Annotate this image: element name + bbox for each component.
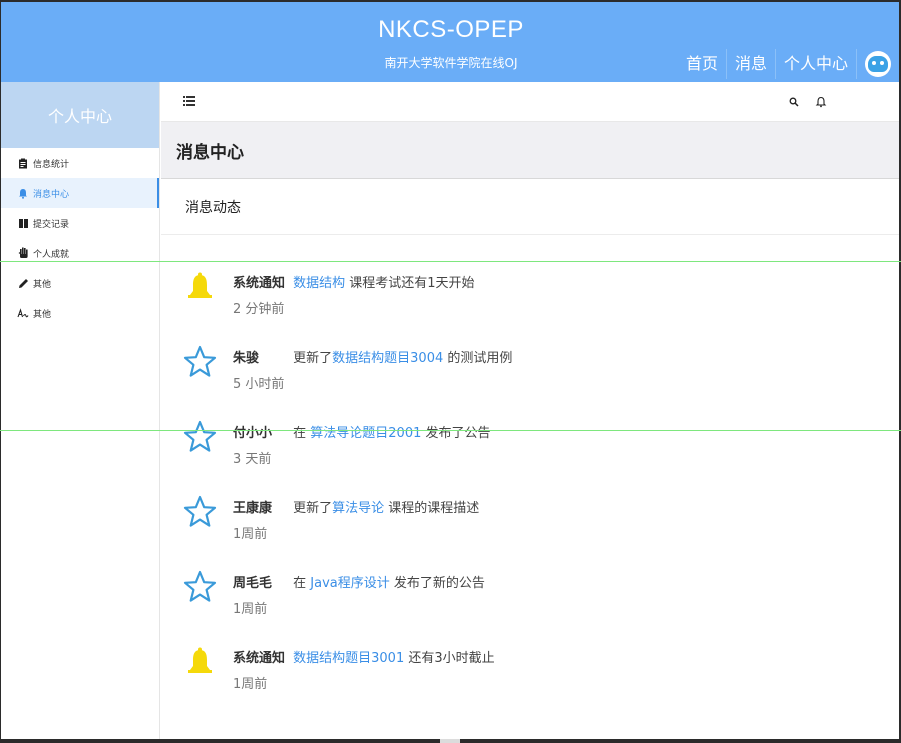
sender-name: 周毛毛 (233, 576, 273, 591)
message-text: 课程的课程描述 (384, 501, 480, 516)
message-text: 发布了公告 (421, 426, 491, 441)
hand-icon (17, 247, 29, 259)
sidebar-item-messages[interactable]: 消息中心 (1, 178, 159, 208)
message-feed: 系统通知 数据结构 课程考试还有1天开始 2 分钟前 朱骏 更新了数据结构题目3… (161, 235, 899, 708)
sidebar-item-submissions[interactable]: 提交记录 (1, 208, 159, 238)
main-content: 消息中心 消息动态 系统通知 数据结构 课程考试还有1天开始 2 分钟前 朱骏 … (161, 82, 899, 739)
sidebar-item-label: 消息中心 (33, 189, 70, 200)
message-text: 发布了新的公告 (389, 576, 485, 591)
book-icon (17, 217, 29, 229)
clipboard-icon (17, 157, 29, 169)
app-window: NKCS-OPEP 南开大学软件学院在线OJ 首页 消息 个人中心 个人中心 信… (1, 2, 899, 739)
avatar[interactable] (865, 51, 891, 77)
header: NKCS-OPEP 南开大学软件学院在线OJ 首页 消息 个人中心 (1, 2, 899, 82)
message-text: 在 (293, 576, 311, 591)
list-item: 王康康 更新了算法导论 课程的课程描述 1周前 (161, 483, 899, 558)
guide-line (0, 430, 901, 431)
message-text: 更新了 (293, 501, 333, 516)
star-icon (183, 420, 217, 452)
bell-icon (17, 187, 29, 199)
search-icon[interactable] (789, 97, 799, 107)
sender-name: 系统通知 (233, 651, 286, 666)
list-item: 系统通知 数据结构题目3001 还有3小时截止 1周前 (161, 633, 899, 708)
sidebar: 个人中心 信息统计 消息中心 提交记录 个人成就 其他 其他 (1, 82, 160, 739)
timestamp: 1周前 (233, 527, 268, 542)
sidebar-item-label: 提交记录 (33, 219, 70, 230)
message-link[interactable]: 数据结构 (293, 276, 345, 291)
guide-line (0, 261, 901, 262)
star-icon (183, 495, 217, 527)
message-text: 更新了 (293, 351, 333, 366)
page-title: 消息中心 (176, 142, 244, 163)
sidebar-item-other-1[interactable]: 其他 (1, 268, 159, 298)
message-text: 的测试用例 (443, 351, 513, 366)
pencil-icon (17, 277, 29, 289)
list-item: 周毛毛 在 Java程序设计 发布了新的公告 1周前 (161, 558, 899, 633)
list-item: 付小小 在 算法导论题目2001 发布了公告 3 天前 (161, 408, 899, 483)
page-title-band: 消息中心 (161, 122, 899, 179)
list-item: 系统通知 数据结构 课程考试还有1天开始 2 分钟前 (161, 258, 899, 333)
sender-name: 付小小 (233, 426, 273, 441)
bell-icon (188, 272, 212, 298)
sidebar-item-label: 其他 (33, 309, 52, 320)
sender-name: 系统通知 (233, 276, 286, 291)
message-link[interactable]: 数据结构题目3001 (293, 651, 404, 666)
message-text: 还有3小时截止 (404, 651, 495, 666)
timestamp: 5 小时前 (233, 377, 285, 392)
nav-home[interactable]: 首页 (678, 49, 727, 79)
sidebar-item-label: 其他 (33, 279, 52, 290)
sender-name: 朱骏 (233, 351, 260, 366)
robot-avatar-icon (868, 56, 888, 72)
message-text: 课程考试还有1天开始 (345, 276, 475, 291)
nav-messages[interactable]: 消息 (727, 49, 776, 79)
signature-icon (17, 307, 29, 319)
star-icon (183, 570, 217, 602)
bell-icon (188, 647, 212, 673)
message-text: 在 (293, 426, 311, 441)
bottom-handle (440, 739, 460, 743)
sidebar-title: 个人中心 (1, 82, 159, 148)
sidebar-item-stats[interactable]: 信息统计 (1, 148, 159, 178)
nav-profile[interactable]: 个人中心 (776, 49, 857, 79)
section-title: 消息动态 (161, 179, 899, 235)
sidebar-item-achievements[interactable]: 个人成就 (1, 238, 159, 268)
list-item: 朱骏 更新了数据结构题目3004 的测试用例 5 小时前 (161, 333, 899, 408)
star-icon (183, 345, 217, 377)
timestamp: 1周前 (233, 677, 268, 692)
message-link[interactable]: 算法导论题目2001 (310, 426, 421, 441)
toolbar (161, 82, 899, 122)
message-link[interactable]: 数据结构题目3004 (332, 351, 443, 366)
sender-name: 王康康 (233, 501, 273, 516)
sidebar-item-label: 个人成就 (33, 249, 70, 260)
timestamp: 2 分钟前 (233, 302, 285, 317)
brand-title: NKCS-OPEP (378, 16, 524, 43)
menu-list-icon[interactable] (183, 96, 195, 106)
timestamp: 1周前 (233, 602, 268, 617)
timestamp: 3 天前 (233, 452, 272, 467)
top-nav: 首页 消息 个人中心 (678, 46, 899, 82)
message-link[interactable]: Java程序设计 (310, 576, 389, 591)
sidebar-item-other-2[interactable]: 其他 (1, 298, 159, 328)
notification-bell-icon[interactable] (815, 96, 827, 108)
sidebar-item-label: 信息统计 (33, 159, 70, 170)
message-link[interactable]: 算法导论 (332, 501, 384, 516)
